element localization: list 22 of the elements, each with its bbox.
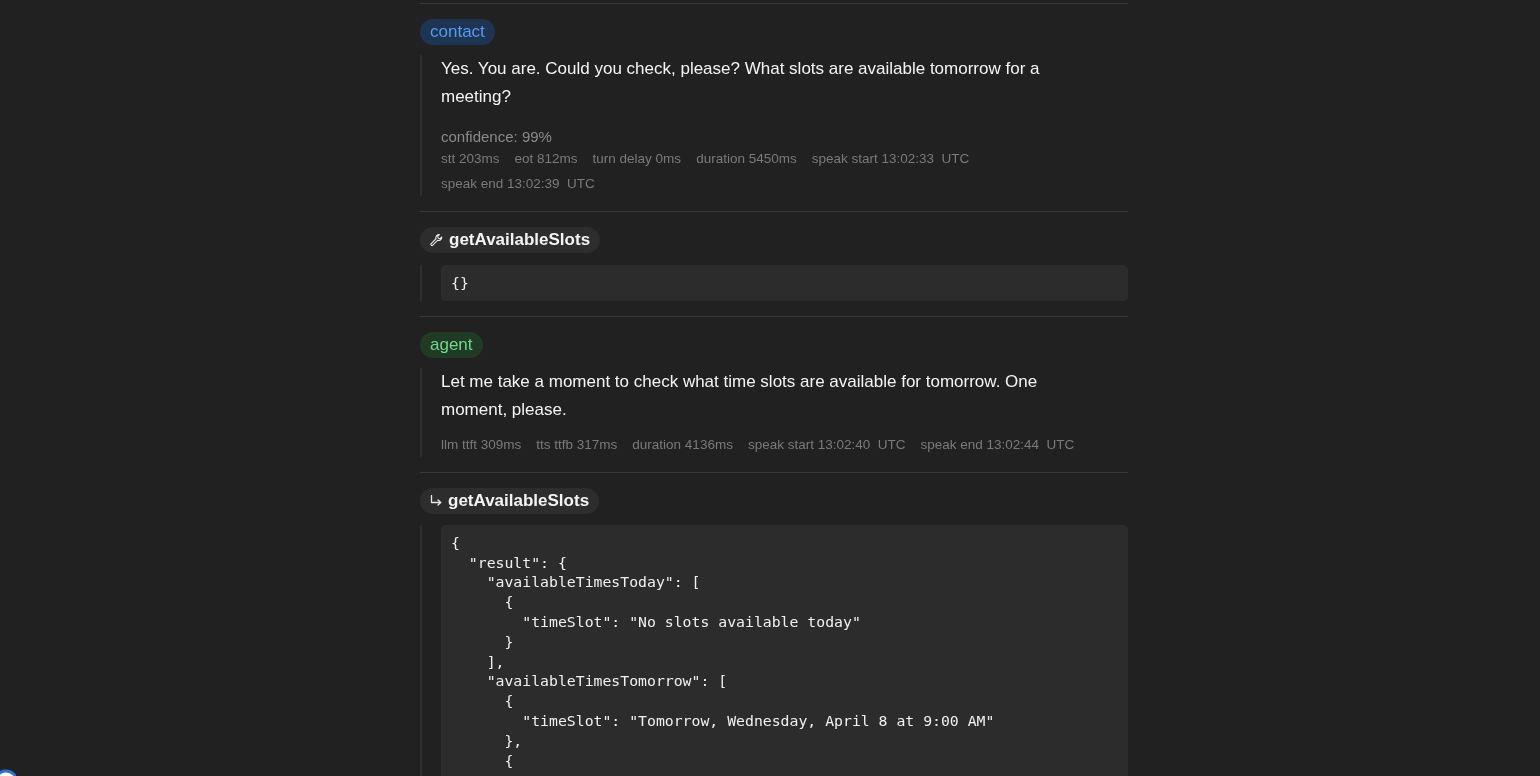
metric-label: speak end 13:02:44 UTC: [920, 435, 1075, 454]
metric-label: tts ttfb 317ms: [536, 435, 618, 454]
return-arrow-icon: [430, 494, 442, 507]
metric-label: speak start 13:02:40 UTC: [747, 435, 906, 454]
confidence-label: confidence: 99%: [441, 128, 553, 146]
role-badge: contact: [420, 19, 495, 45]
code-block: { "result": { "availableTimesToday": [ { "timeSlot": "No slots available today" } ], "availableTimesTomorrow": [ { "timeSlot": "Tomorrow, Wednesday, April 8 at 9:00 AM" }, {: [441, 524, 1128, 776]
metric-label: stt 203ms: [441, 150, 500, 168]
code-block: {}: [441, 265, 1128, 301]
metric-label: speak end 13:02:39 UTC: [441, 175, 595, 193]
metric-label: duration 5450ms: [696, 150, 797, 168]
metric-label: duration 4136ms: [632, 435, 733, 454]
message-text: Let me take a moment to check what time slots are available for tomorrow. One moment, please.: [441, 370, 1039, 421]
metric-label: speak start 13:02:33 UTC: [811, 150, 970, 168]
role-badge: agent: [420, 331, 483, 358]
wrench-icon: [430, 233, 443, 247]
tool-name: getAvailableSlots: [449, 229, 591, 251]
message-text: Yes. You are. Could you check, please? What slots are available tomorrow for a meeting?: [441, 58, 1041, 108]
metric-label: llm ttft 309ms: [441, 435, 522, 454]
tool-name: getAvailableSlots: [448, 489, 590, 512]
metric-label: eot 812ms: [514, 150, 578, 168]
metric-label: turn delay 0ms: [592, 150, 682, 168]
